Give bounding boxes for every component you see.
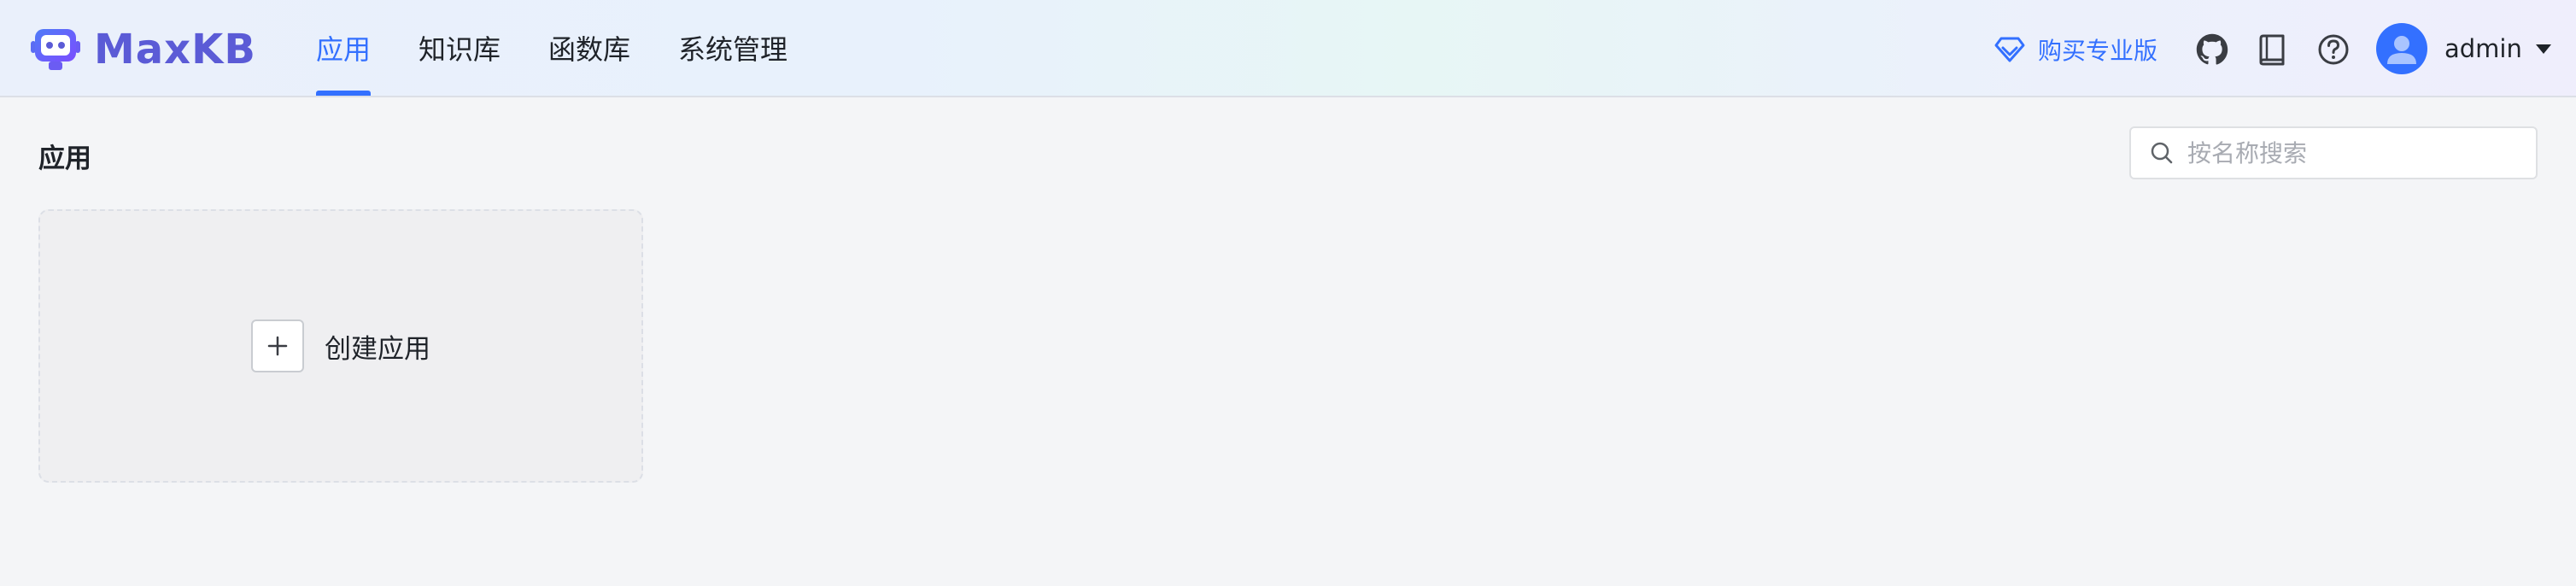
search-box	[2129, 126, 2538, 179]
user-avatar-icon	[2387, 36, 2416, 64]
github-button[interactable]	[2195, 32, 2229, 67]
avatar	[2376, 23, 2427, 74]
nav-item-functions[interactable]: 函数库	[548, 0, 630, 96]
create-app-label: 创建应用	[325, 333, 430, 365]
buy-pro-label: 购买专业版	[2038, 37, 2158, 65]
robot-logo-icon	[31, 29, 80, 70]
nav-item-system[interactable]: 系统管理	[678, 0, 787, 96]
app-name: MaxKB	[94, 26, 256, 73]
plus-icon	[267, 336, 288, 356]
nav-item-apps[interactable]: 应用	[316, 0, 372, 96]
diamond-icon	[1994, 37, 2025, 62]
buy-pro-button[interactable]: 购买专业版	[1993, 31, 2157, 68]
nav-item-knowledge[interactable]: 知识库	[419, 0, 501, 96]
page-title: 应用	[38, 144, 91, 174]
help-icon	[2318, 34, 2349, 65]
github-icon	[2196, 33, 2228, 65]
search-input[interactable]	[2186, 138, 2531, 168]
docs-book-icon	[2259, 34, 2285, 66]
create-app-card[interactable]: 创建应用	[38, 209, 643, 483]
top-header: MaxKB 应用 知识库 函数库 系统管理 购买专业版 admin	[0, 0, 2576, 97]
search-icon	[2151, 142, 2173, 164]
logo[interactable]: MaxKB	[29, 26, 256, 73]
main-nav: 应用 知识库 函数库 系统管理	[316, 0, 835, 96]
user-menu[interactable]: admin	[2376, 23, 2551, 74]
username: admin	[2444, 34, 2522, 63]
docs-button[interactable]	[2255, 32, 2289, 67]
caret-down-icon	[2535, 44, 2551, 54]
add-app-button[interactable]	[251, 319, 304, 372]
help-button[interactable]	[2316, 32, 2351, 67]
